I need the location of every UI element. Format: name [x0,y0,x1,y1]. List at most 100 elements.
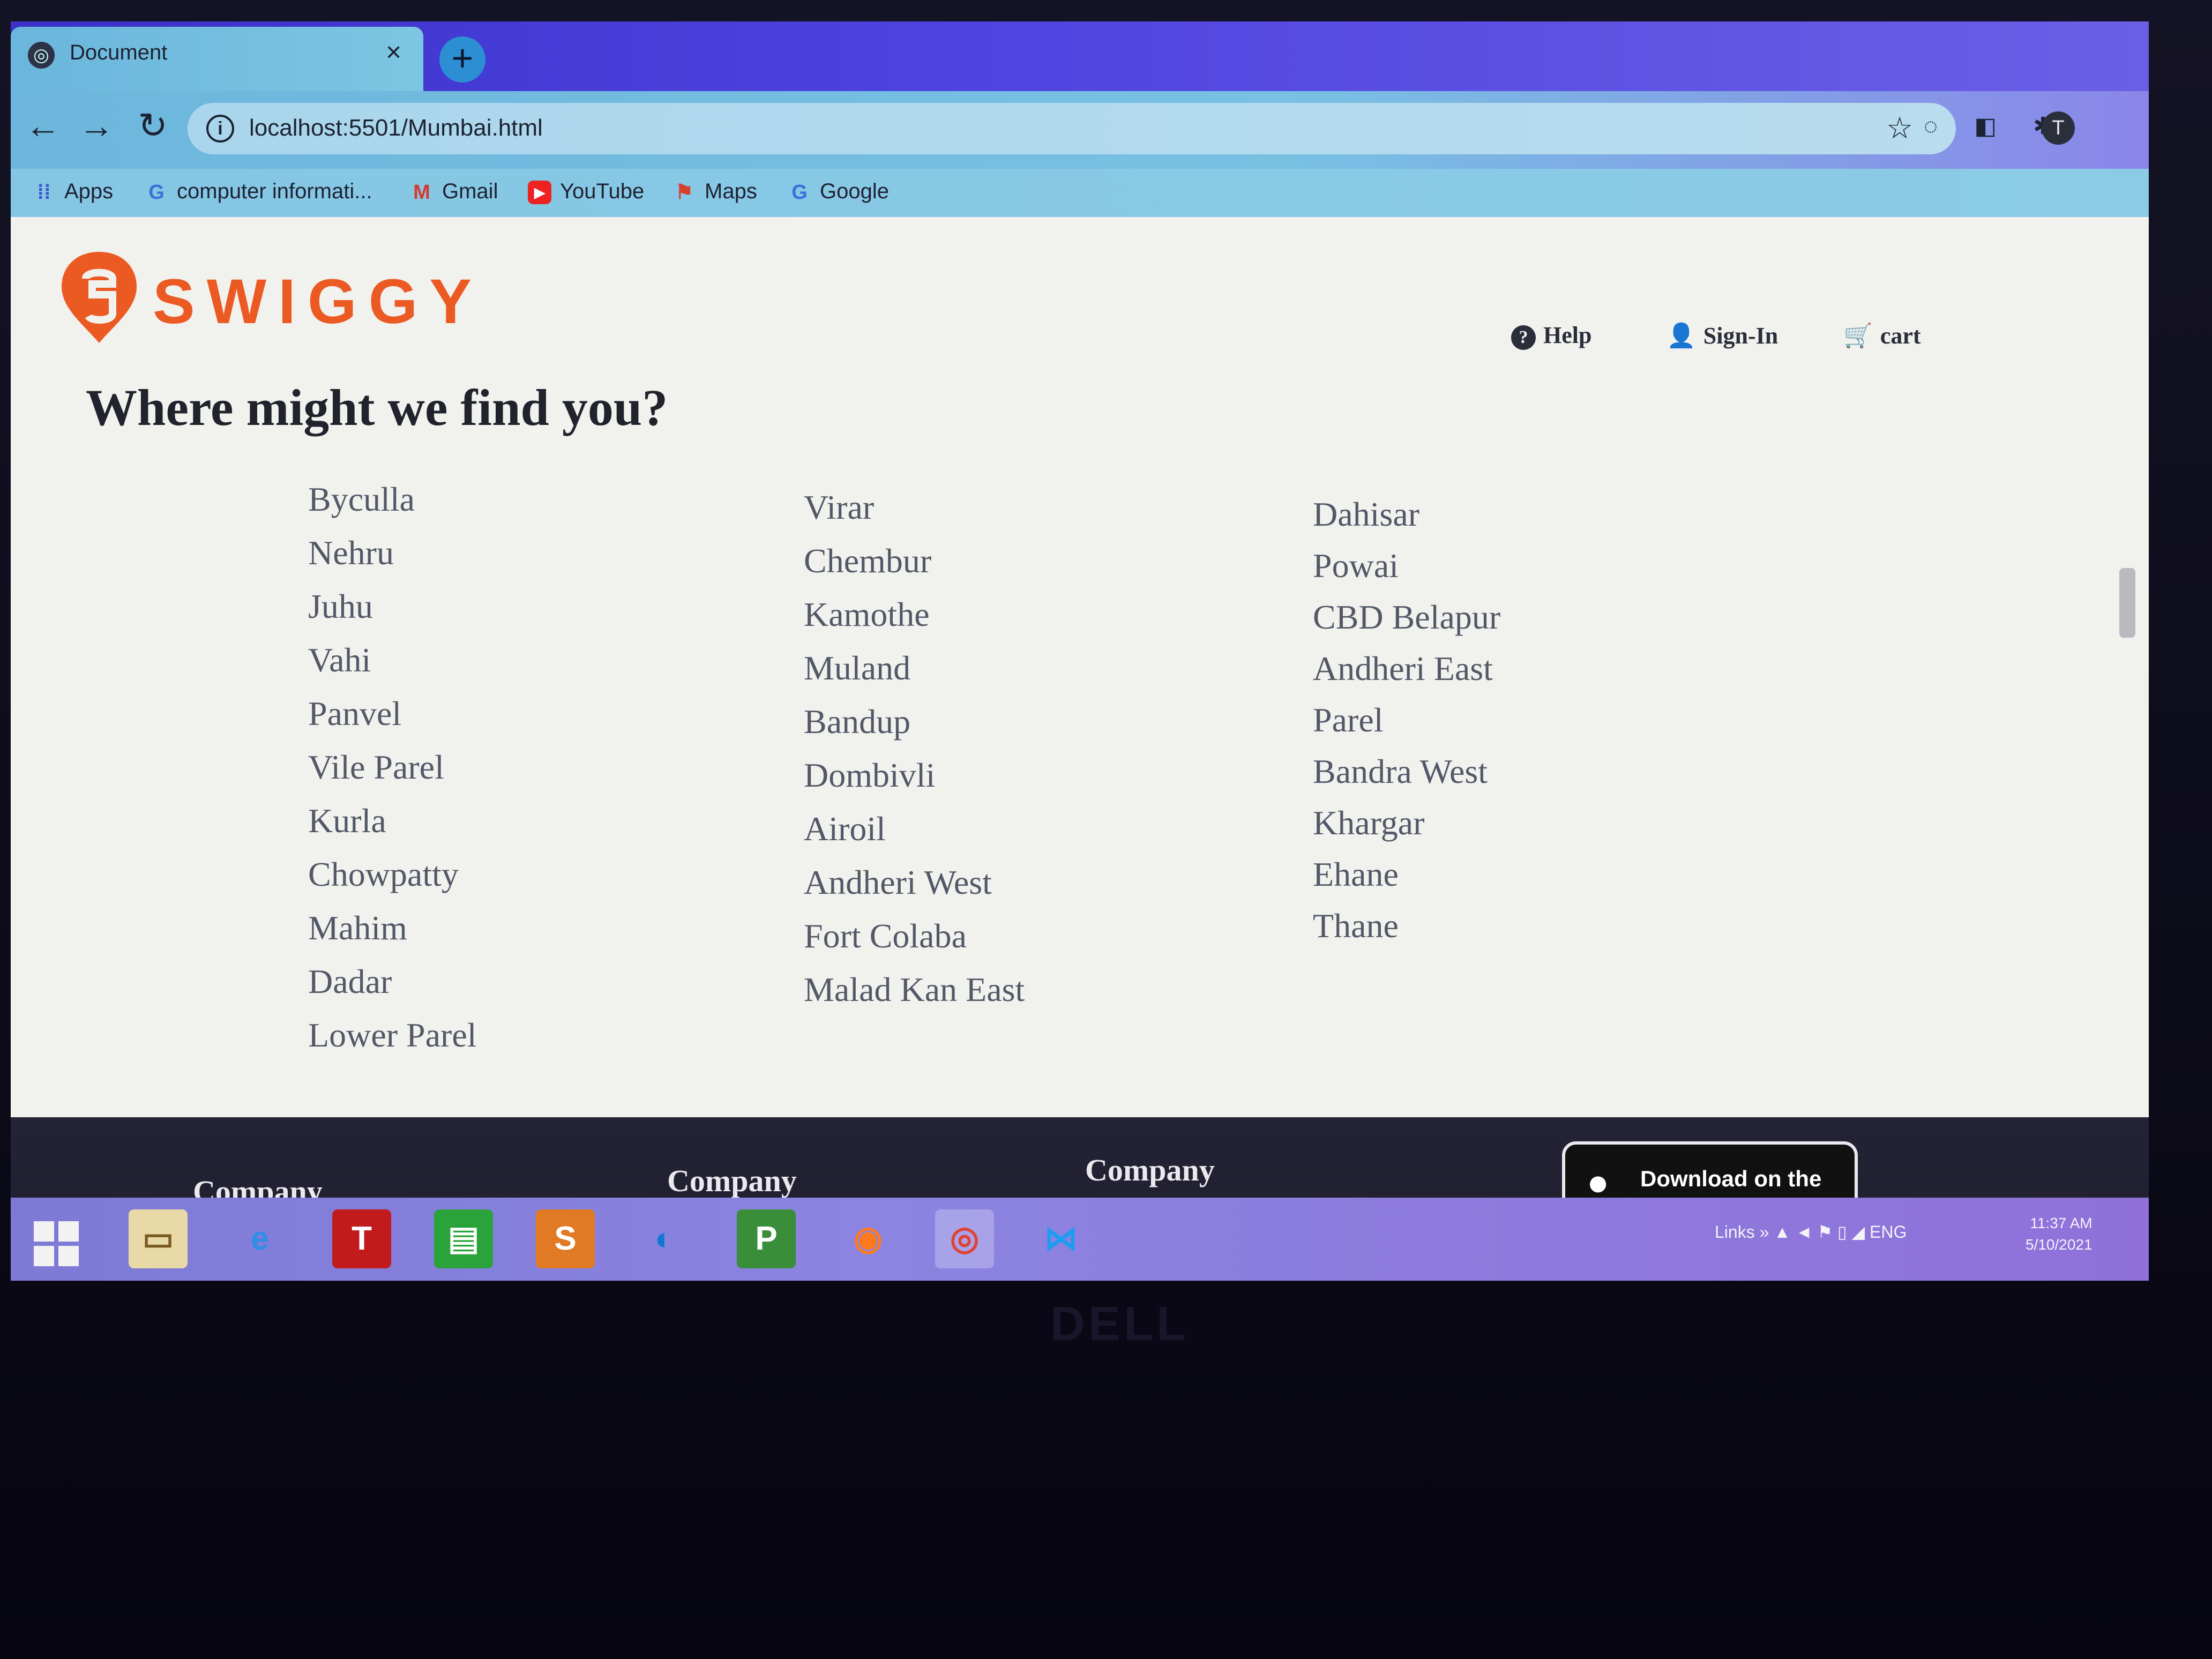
location-link[interactable]: Chowpatty [308,855,477,908]
location-link[interactable]: Byculla [308,480,477,533]
file-explorer-icon[interactable]: ▭ [129,1209,188,1268]
edge-icon[interactable]: ◐ [635,1209,694,1268]
new-tab-button[interactable]: + [439,36,485,83]
project-app-icon[interactable]: P [737,1209,796,1268]
gmail-icon: M [413,181,430,204]
bookmark-youtube[interactable]: ▶ YouTube [528,180,644,205]
typing-app-icon[interactable]: T [332,1209,391,1268]
dell-logo: DELL [1050,1297,1189,1351]
location-link[interactable]: Panvel [308,694,477,748]
start-button[interactable] [27,1209,86,1268]
nav-cart-link[interactable]: 🛒 cart [1843,322,1921,349]
page-scrollbar[interactable] [2119,568,2135,638]
bookmark-apps[interactable]: ⁞⁞ Apps [32,180,113,204]
tray-links-label[interactable]: Links [1715,1222,1755,1242]
location-link[interactable]: Fort Colaba [804,916,1025,970]
location-link[interactable]: Dombivli [804,756,1025,809]
location-link[interactable]: Lower Parel [308,1015,477,1069]
tray-expand-icon[interactable]: » ▲ [1760,1222,1796,1242]
internet-explorer-icon[interactable]: e [230,1209,289,1268]
info-icon[interactable]: i [206,115,234,143]
bookmark-gmail[interactable]: M Gmail [410,180,498,204]
location-link[interactable]: Mahim [308,908,477,962]
location-link[interactable]: Andheri West [804,863,1025,916]
location-link[interactable]: Vile Parel [308,748,477,801]
location-column-1: Byculla Nehru Juhu Vahi Panvel Vile Pare… [308,480,477,1069]
bookmark-google[interactable]: G Google [788,180,889,204]
swiggy-wordmark[interactable]: SWIGGY [153,265,483,338]
vscode-icon[interactable]: ⋈ [1032,1209,1090,1268]
nav-sign-in-link[interactable]: 👤 Sign-In [1667,322,1778,349]
location-link[interactable]: Khargar [1313,803,1500,855]
user-icon: 👤 [1667,323,1696,349]
location-link[interactable]: Muland [804,648,1025,702]
location-link[interactable]: Bandra West [1313,752,1500,803]
tab-strip: ◎ Document × + [11,21,2149,91]
location-link[interactable]: Nehru [308,533,477,587]
cart-icon: 🛒 [1843,323,1873,349]
google-icon: G [148,181,165,204]
windows-taskbar: ▭ e T ▤ S ◐ P ◉ ◎ ⋈ Links » ▲ ◄ ⚑ ▯ ◢ EN… [11,1198,2149,1281]
clock-date: 5/10/2021 [2026,1236,2093,1253]
footer-heading-company: Company [1085,1153,1215,1187]
location-link[interactable]: Kamothe [804,595,1025,648]
location-link[interactable]: Vahi [308,640,477,694]
location-link[interactable]: CBD Belapur [1313,597,1500,649]
app-store-label: Download on the [1640,1166,1822,1191]
web-page: SWIGGY ? Help 👤 Sign-In 🛒 cart Where might … [11,217,2149,1281]
system-tray: Links » ▲ ◄ ⚑ ▯ ◢ ENG [1715,1222,1907,1242]
location-link[interactable]: Bandup [804,702,1025,756]
clock-time: 11:37 AM [2030,1215,2093,1231]
nav-help-link[interactable]: ? Help [1511,322,1591,350]
location-column-3: Dahisar Powai CBD Belapur Andheri East P… [1313,495,1500,958]
language-indicator[interactable]: ENG [1870,1222,1907,1242]
footer-heading-company: Company [667,1163,797,1198]
location-link[interactable]: Parel [1313,700,1500,752]
apple-icon: ● [1587,1161,1610,1203]
location-link[interactable]: Dadar [308,962,477,1015]
reload-icon[interactable]: ↻ [131,105,174,146]
apps-grid-icon: ⁞⁞ [37,181,51,204]
page-title: Where might we find you? [86,379,668,436]
battery-icon[interactable]: ▯ [1837,1222,1852,1242]
store-icon[interactable]: ▤ [434,1209,493,1268]
clock[interactable]: 11:37 AM 5/10/2021 [2026,1213,2093,1256]
google-icon: G [791,181,808,204]
location-link[interactable]: Juhu [308,587,477,640]
location-link[interactable]: Dahisar [1313,495,1500,546]
windows-logo-icon [27,1209,86,1268]
tab-title: Document [70,41,168,64]
screen: ◎ Document × + × ← → ↻ i localhost:5501/… [11,21,2149,1281]
location-link[interactable]: Thane [1313,906,1500,958]
address-bar[interactable]: i localhost:5501/Mumbai.html ☆ [188,103,1956,154]
location-link[interactable]: Ehane [1313,855,1500,906]
bookmark-star-icon[interactable]: ☆ [1886,110,1913,146]
tab-close-icon[interactable]: × [386,36,401,68]
location-link[interactable]: Kurla [308,801,477,855]
tab-document[interactable]: ◎ Document × [11,27,423,91]
location-link[interactable]: Airoil [804,809,1025,863]
globe-icon: ◎ [28,42,55,69]
network-icon[interactable]: ◢ [1851,1222,1870,1242]
volume-icon[interactable]: ◄ [1796,1222,1818,1242]
s-app-icon[interactable]: S [536,1209,595,1268]
profile-avatar[interactable]: T [2042,111,2075,145]
help-icon: ? [1511,325,1536,350]
back-arrow-icon[interactable]: ← [21,105,64,146]
browser-toolbar: ← → ↻ i localhost:5501/Mumbai.html ☆ [11,91,2149,169]
maps-icon: ⚑ [675,181,694,204]
location-link[interactable]: Powai [1313,546,1500,597]
location-link[interactable]: Virar [804,488,1025,541]
location-link[interactable]: Malad Kan East [804,970,1025,1023]
location-column-2: Virar Chembur Kamothe Muland Bandup Domb… [804,488,1025,1023]
chrome-icon[interactable]: ◎ [935,1209,994,1268]
location-link[interactable]: Chembur [804,541,1025,595]
swiggy-logo-icon[interactable] [59,249,139,346]
flag-icon[interactable]: ⚑ [1817,1222,1837,1242]
url-text[interactable]: localhost:5501/Mumbai.html [249,115,543,141]
bookmark-maps[interactable]: ⚑ Maps [672,180,757,204]
bookmark-computer-information[interactable]: Gcomputer informati... [145,180,372,204]
firefox-icon[interactable]: ◉ [839,1209,898,1268]
forward-arrow-icon[interactable]: → [75,105,118,146]
location-link[interactable]: Andheri East [1313,649,1500,700]
